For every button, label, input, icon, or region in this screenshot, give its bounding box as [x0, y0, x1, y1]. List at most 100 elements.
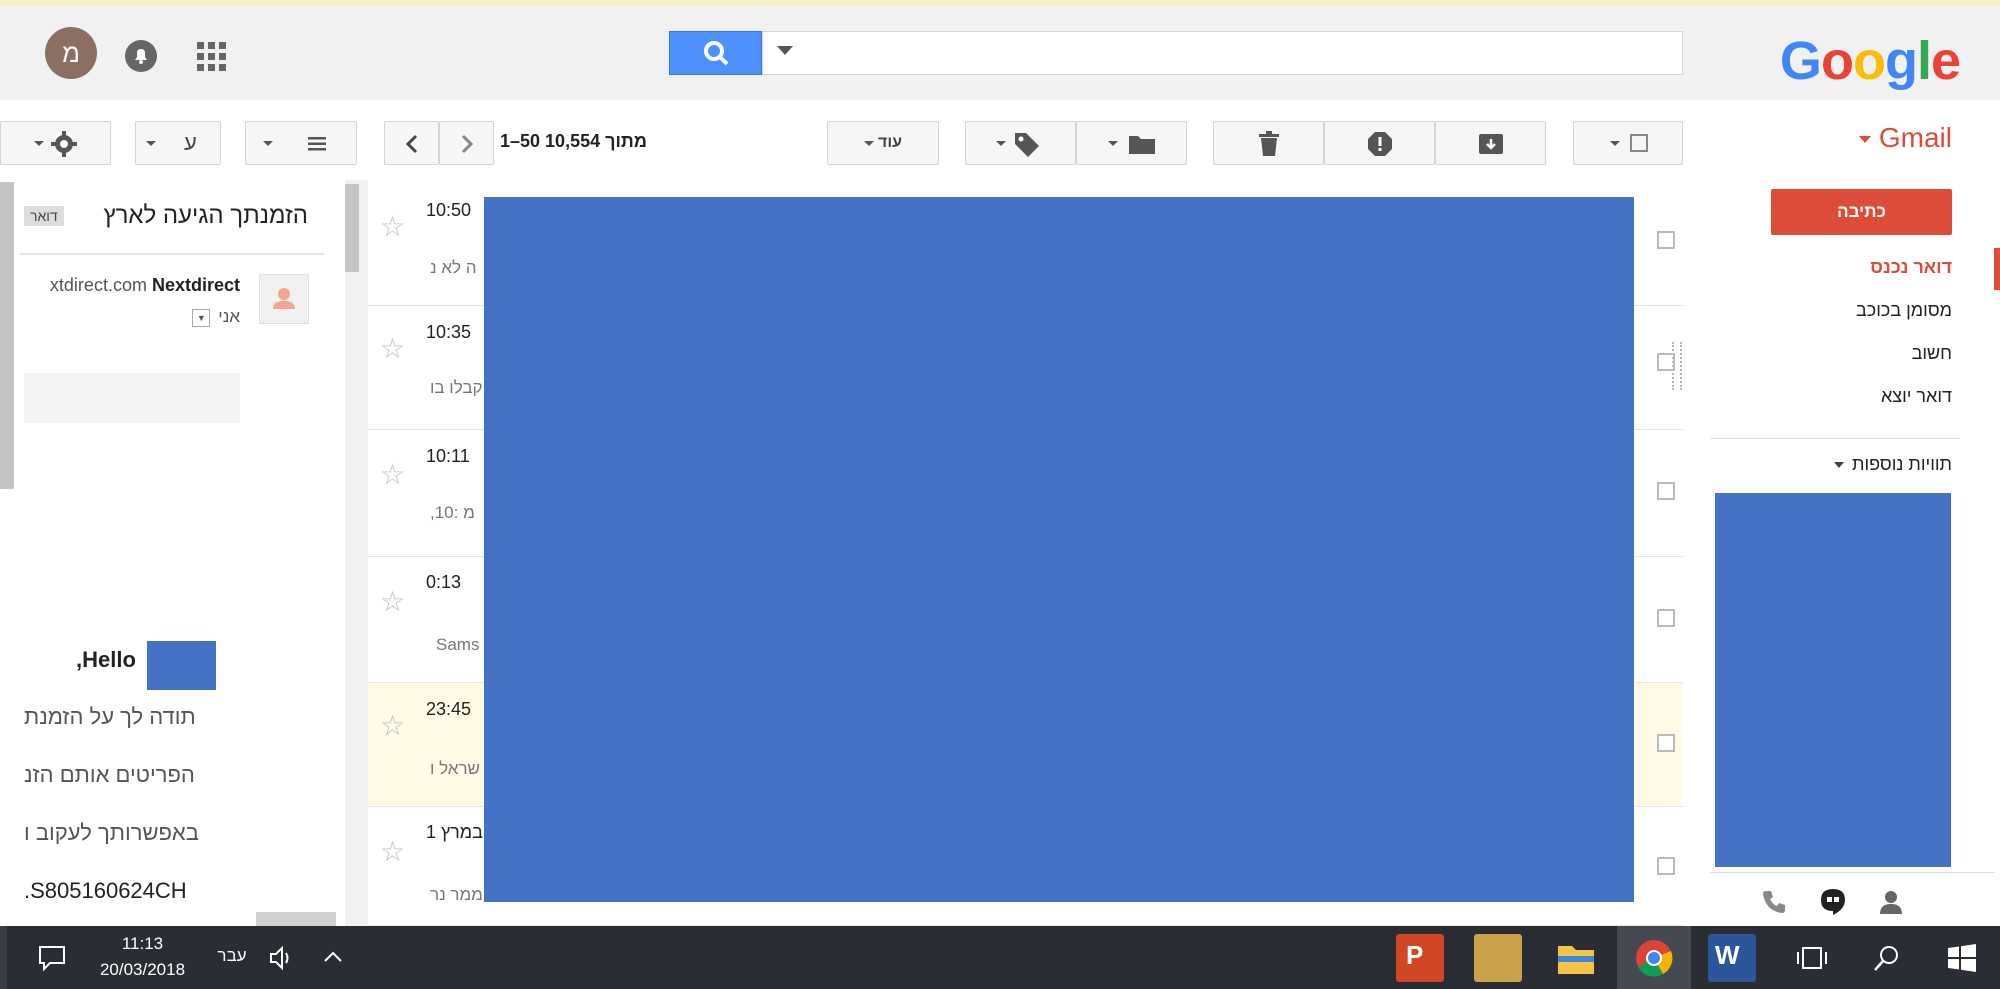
chevron-down-icon[interactable]: ▼ — [192, 308, 211, 327]
powerpoint-icon[interactable]: P — [1396, 934, 1444, 982]
windows-start-icon[interactable] — [1947, 943, 1977, 973]
star-icon[interactable]: ☆ — [380, 210, 405, 243]
label-badge[interactable]: דואר — [24, 206, 64, 226]
apps-grid-icon[interactable] — [191, 36, 231, 76]
body-line: באפשרותך לעקוב ו — [24, 820, 199, 845]
star-icon[interactable]: ☆ — [380, 332, 405, 365]
input-tools-button[interactable]: ע — [135, 121, 221, 165]
gmail-menu[interactable]: Gmail — [1858, 122, 1952, 154]
star-icon[interactable]: ☆ — [380, 458, 405, 491]
row-checkbox[interactable] — [1657, 482, 1675, 500]
active-indicator — [1994, 248, 2000, 290]
search-options-icon[interactable] — [777, 46, 793, 55]
compose-button[interactable]: כתיבה — [1771, 189, 1952, 235]
select-all-checkbox[interactable] — [1573, 121, 1683, 165]
volume-icon[interactable] — [268, 944, 296, 972]
contacts-icon[interactable] — [1877, 888, 1905, 916]
labels-button[interactable] — [965, 121, 1076, 165]
label-icon — [1015, 133, 1039, 157]
row-checkbox[interactable] — [1657, 609, 1675, 627]
sender-name[interactable]: Nextdirect — [152, 275, 240, 295]
sidebar-item-starred[interactable]: מסומן בכוכב — [1856, 300, 1952, 321]
row-checkbox[interactable] — [1657, 231, 1675, 249]
newer-button[interactable] — [384, 121, 439, 165]
settings-button[interactable] — [0, 121, 111, 165]
more-button[interactable]: עוד — [827, 121, 939, 165]
message-time: 10:35 — [426, 322, 472, 342]
chrome-icon[interactable] — [1630, 934, 1678, 982]
google-logo[interactable]: Google — [1780, 30, 1961, 92]
greeting: ,Hello — [76, 647, 136, 673]
delete-button[interactable] — [1213, 121, 1324, 165]
older-button[interactable] — [439, 121, 494, 165]
word-icon[interactable]: W — [1708, 934, 1756, 982]
gear-icon — [51, 131, 77, 157]
split-pane-toggle[interactable] — [245, 121, 357, 165]
email-subject: הזמנתך הגיעה לארץ — [103, 202, 308, 229]
archive-icon — [1479, 134, 1503, 154]
body-line: תודה לך על הזמנת — [24, 704, 196, 729]
chevron-down-icon — [263, 141, 273, 146]
file-explorer-icon[interactable] — [1552, 934, 1600, 982]
redacted-hangouts-area — [1715, 493, 1951, 867]
clock-time[interactable]: 11:13 — [95, 934, 190, 954]
message-snippet: ממר נר — [430, 885, 483, 904]
chevron-left-icon — [405, 134, 418, 154]
row-checkbox[interactable] — [1657, 857, 1675, 875]
task-view-icon[interactable] — [1796, 944, 1828, 972]
scrollbar-thumb[interactable] — [345, 184, 359, 272]
star-icon[interactable]: ☆ — [380, 585, 405, 618]
spam-icon — [1368, 132, 1392, 156]
sender-line: xtdirect.com Nextdirect — [50, 275, 240, 296]
search-input[interactable] — [762, 31, 1683, 75]
chevron-up-icon[interactable] — [322, 948, 344, 966]
photo-app-icon[interactable] — [1474, 934, 1522, 982]
star-icon[interactable]: ☆ — [380, 835, 405, 868]
input-tools-label: ע — [184, 130, 197, 155]
sidebar-item-important[interactable]: חשוב — [1912, 343, 1952, 364]
language-indicator[interactable]: עבר — [212, 946, 252, 966]
sidebar-item-inbox[interactable]: דואר נכנס — [1870, 257, 1952, 278]
search-button[interactable] — [669, 31, 762, 75]
hangouts-icon[interactable] — [1819, 887, 1847, 917]
message-snippet: Sams — [436, 635, 480, 654]
action-center-icon[interactable] — [38, 945, 66, 971]
horizontal-scrollbar[interactable] — [256, 912, 336, 926]
drag-handle[interactable] — [1672, 342, 1682, 390]
star-icon[interactable]: ☆ — [380, 709, 405, 742]
pagination-count: 1–50 מתוך 10,554 — [500, 131, 647, 151]
greeting-word: Hello — [82, 647, 136, 672]
chevron-down-icon — [996, 141, 1006, 146]
chevron-down-icon — [34, 141, 44, 146]
row-checkbox[interactable] — [1657, 734, 1675, 752]
list-view-icon — [308, 137, 326, 151]
archive-button[interactable] — [1435, 121, 1546, 165]
taskbar: 11:13 20/03/2018 עבר P W — [0, 926, 2000, 989]
chevron-down-icon — [146, 141, 156, 146]
chevron-down-icon — [1108, 141, 1118, 146]
chevron-down-icon — [1610, 141, 1620, 146]
move-to-button[interactable] — [1076, 121, 1187, 165]
recipient-name: אני — [218, 307, 240, 326]
sender-avatar — [259, 274, 309, 324]
hangouts-divider — [1710, 872, 1995, 873]
search-icon — [704, 41, 729, 66]
scrollbar[interactable] — [0, 182, 14, 489]
person-icon — [273, 288, 295, 309]
pane-divider-scrollbar[interactable] — [345, 180, 368, 926]
sidebar: Gmail כתיבה דואר נכנס מסומן בכוכב חשוב ד… — [1705, 100, 2000, 926]
more-labels-toggle[interactable]: תוויות נוספות — [1834, 454, 1952, 475]
avatar[interactable]: מ — [45, 27, 97, 79]
search-icon[interactable] — [1872, 943, 1902, 973]
notifications-icon[interactable] — [121, 36, 161, 76]
message-time: 0:13 — [426, 572, 462, 592]
phone-icon[interactable] — [1760, 888, 1788, 916]
clock-date[interactable]: 20/03/2018 — [85, 960, 200, 980]
message-snippet: קבלו בו — [430, 378, 483, 397]
report-spam-button[interactable] — [1324, 121, 1435, 165]
chevron-right-icon — [461, 134, 474, 154]
body-line: .S805160624CH — [24, 878, 187, 903]
sender-email: xtdirect.com — [49, 275, 147, 295]
sidebar-item-sent[interactable]: דואר יוצא — [1881, 386, 1952, 407]
checkbox-icon — [1630, 134, 1648, 152]
